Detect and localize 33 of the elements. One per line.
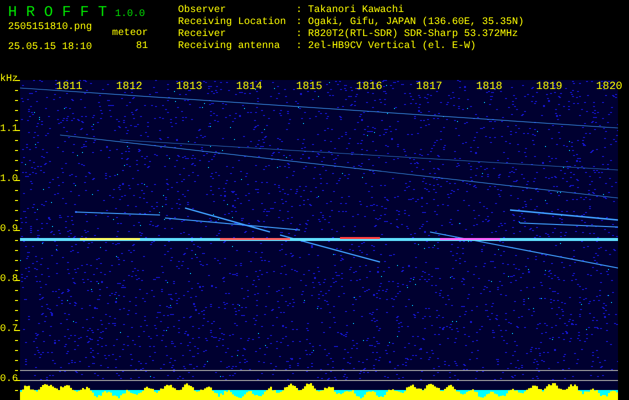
info-label: Receiving Location xyxy=(178,17,288,28)
axis-unit: kHz xyxy=(0,74,18,86)
x-tick-label: 1816 xyxy=(356,81,382,93)
info-separator: : xyxy=(296,41,304,53)
x-tick-label: 1815 xyxy=(296,81,322,93)
app-title: H R O F F T xyxy=(8,4,108,21)
app-version: 1.0.0 xyxy=(115,9,146,20)
info-value: Takanori Kawachi xyxy=(308,5,406,16)
y-tick-label: 0.7 xyxy=(0,324,18,336)
x-tick-label: 1818 xyxy=(476,81,502,93)
y-tick-label: 0.8 xyxy=(0,274,18,286)
x-tick-label: 1812 xyxy=(116,81,142,93)
info-separator: : xyxy=(296,29,304,41)
x-tick-label: 1817 xyxy=(416,81,442,93)
info-separator: : xyxy=(296,5,304,17)
info-value: R820T2(RTL-SDR) SDR-Sharp 53.372MHz xyxy=(308,29,520,40)
y-tick-label: 0.9 xyxy=(0,224,18,236)
info-label: Receiver xyxy=(178,29,228,40)
meteor-label: meteor xyxy=(112,28,148,40)
meteor-count: 81 xyxy=(136,41,148,53)
info-value: 2el-HB9CV Vertical (el. E-W) xyxy=(308,41,478,53)
info-value: Ogaki, Gifu, JAPAN (136.60E, 35.35N) xyxy=(308,17,524,28)
x-tick-label: 1819 xyxy=(536,81,562,93)
x-tick-label: 1814 xyxy=(236,81,262,93)
y-tick-label: 1.0 xyxy=(0,174,18,186)
x-tick-label: 1820 xyxy=(596,81,622,93)
info-label: Receiving antenna xyxy=(178,41,282,53)
info-separator: : xyxy=(296,17,304,29)
x-tick-label: 1811 xyxy=(56,81,82,93)
info-label: Observer xyxy=(178,5,228,16)
x-tick-label: 1813 xyxy=(176,81,202,93)
timestamp: 25.05.15 18:10 xyxy=(8,42,92,54)
file-name: 2505151810.png xyxy=(8,22,92,34)
